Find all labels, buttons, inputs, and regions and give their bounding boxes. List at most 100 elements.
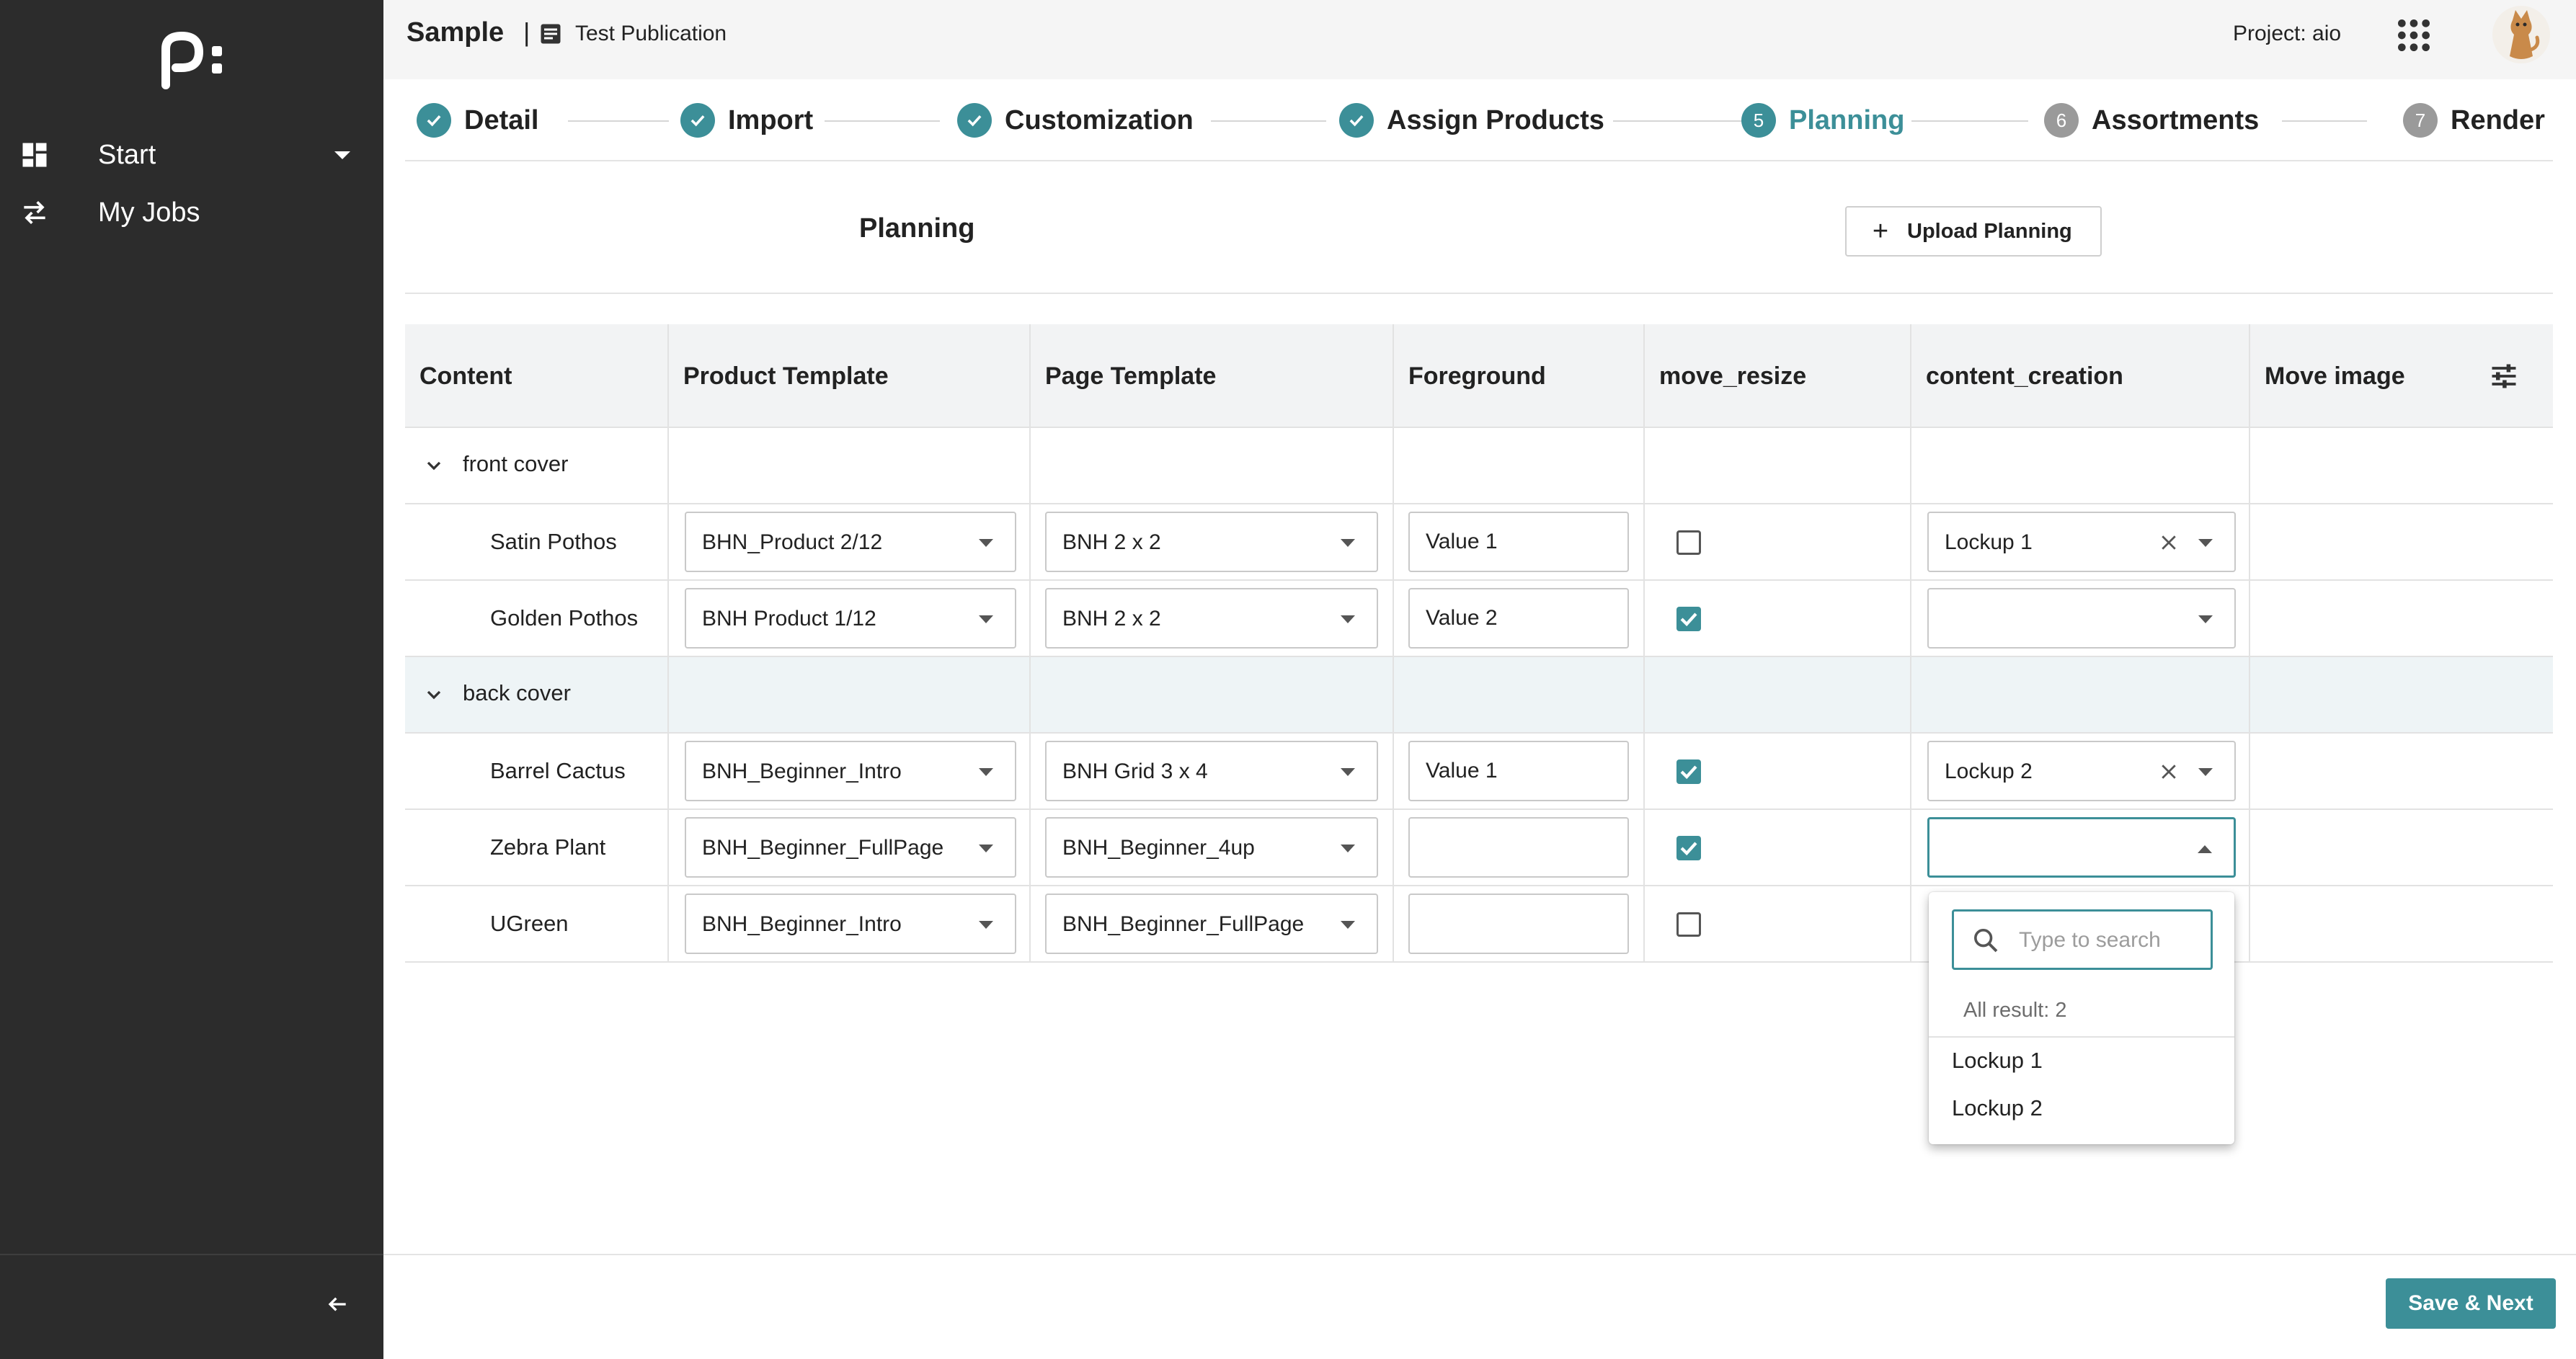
dropdown-option[interactable]: Lockup 1 xyxy=(1929,1036,2234,1084)
move-resize-checkbox[interactable] xyxy=(1676,912,1701,937)
search-icon xyxy=(1974,929,1998,953)
chevron-down-icon[interactable] xyxy=(422,683,445,706)
step-planning[interactable]: 5 Planning xyxy=(1741,102,1904,138)
table-cell xyxy=(669,428,1031,503)
collapse-sidebar-icon[interactable] xyxy=(323,1290,352,1319)
wizard-stepper: Detail Import Customization Assign Produ… xyxy=(405,94,2553,161)
step-label: Import xyxy=(728,104,814,135)
product-template-select[interactable]: BHN_Product 2/12 xyxy=(685,512,1016,572)
group-row-front-cover: front cover xyxy=(405,428,2553,504)
chevron-down-icon xyxy=(334,151,350,159)
swap-icon xyxy=(24,201,45,224)
page-template-select[interactable]: BNH_Beginner_4up xyxy=(1045,817,1378,878)
product-template-select[interactable]: BNH_Beginner_Intro xyxy=(685,741,1016,801)
step-connector xyxy=(1211,120,1326,122)
check-icon xyxy=(1680,842,1697,856)
table-cell xyxy=(1645,810,1911,885)
page-template-select[interactable]: BNH 2 x 2 xyxy=(1045,588,1378,649)
table-cell xyxy=(1031,428,1394,503)
table-row: Barrel Cactus BNH_Beginner_Intro BNH Gri… xyxy=(405,734,2553,810)
upload-planning-button[interactable]: + Upload Planning xyxy=(1845,206,2102,257)
page-template-select[interactable]: BNH 2 x 2 xyxy=(1045,512,1378,572)
step-connector xyxy=(568,120,669,122)
page-template-select[interactable]: BNH_Beginner_FullPage xyxy=(1045,894,1378,954)
content-creation-select[interactable] xyxy=(1927,588,2236,649)
clear-icon[interactable] xyxy=(2158,761,2180,783)
step-render[interactable]: 7 Render xyxy=(2403,102,2545,138)
content-creation-select[interactable]: Lockup 2 xyxy=(1927,741,2236,801)
dropdown-arrow-icon xyxy=(2198,615,2213,623)
foreground-input[interactable]: Value 1 xyxy=(1408,512,1629,572)
table-cell xyxy=(1645,581,1911,656)
table-cell: Lockup 1 xyxy=(1911,504,2250,579)
content-creation-select[interactable]: Lockup 1 xyxy=(1927,512,2236,572)
sidebar-item-my-jobs[interactable]: My Jobs xyxy=(0,187,383,238)
dropdown-search-input[interactable] xyxy=(2017,924,2198,956)
table-row: Satin Pothos BHN_Product 2/12 BNH 2 x 2 … xyxy=(405,504,2553,581)
select-value: BNH_Beginner_Intro xyxy=(702,759,902,783)
document-icon xyxy=(541,24,561,44)
dropdown-arrow-icon xyxy=(1341,845,1355,852)
planning-table: Content Product Template Page Template F… xyxy=(405,324,2553,963)
dropdown-arrow-icon xyxy=(2198,539,2213,547)
select-value: BNH_Beginner_4up xyxy=(1062,836,1255,860)
table-cell xyxy=(669,657,1031,732)
table-cell: BNH_Beginner_FullPage xyxy=(669,810,1031,885)
move-resize-checkbox[interactable] xyxy=(1676,759,1701,784)
sidebar-item-start[interactable]: Start xyxy=(0,130,383,180)
chevron-down-icon[interactable] xyxy=(422,454,445,477)
table-cell: BHN_Product 2/12 xyxy=(669,504,1031,579)
table-cell xyxy=(1911,428,2250,503)
table-cell xyxy=(1911,581,2250,656)
clear-icon[interactable] xyxy=(2158,532,2180,553)
sidebar: Start My Jobs xyxy=(0,0,383,1359)
step-number: 5 xyxy=(1741,103,1776,138)
project-label: Project: aio xyxy=(2233,22,2342,45)
column-header-product-template: Product Template xyxy=(669,324,1031,428)
column-header-foreground: Foreground xyxy=(1394,324,1645,428)
footer-divider xyxy=(383,1254,2576,1255)
upload-planning-label: Upload Planning xyxy=(1907,219,2072,243)
content-creation-select[interactable] xyxy=(1927,817,2236,878)
product-template-select[interactable]: BNH Product 1/12 xyxy=(685,588,1016,649)
move-resize-checkbox[interactable] xyxy=(1676,607,1701,631)
publication-name: Test Publication xyxy=(575,22,727,45)
move-resize-checkbox[interactable] xyxy=(1676,836,1701,860)
section-divider xyxy=(405,293,2553,294)
table-cell: BNH Product 1/12 xyxy=(669,581,1031,656)
avatar[interactable] xyxy=(2492,6,2550,63)
table-cell xyxy=(1645,734,1911,808)
product-template-select[interactable]: BNH_Beginner_FullPage xyxy=(685,817,1016,878)
save-next-button[interactable]: Save & Next xyxy=(2386,1278,2556,1329)
select-value: BNH_Beginner_FullPage xyxy=(702,836,944,860)
table-cell: Zebra Plant xyxy=(405,810,669,885)
content-label: Barrel Cactus xyxy=(490,758,626,783)
dropdown-option[interactable]: Lockup 2 xyxy=(1929,1084,2234,1131)
step-connector xyxy=(2282,120,2367,122)
foreground-input[interactable] xyxy=(1408,817,1629,878)
step-detail[interactable]: Detail xyxy=(417,102,538,138)
step-import[interactable]: Import xyxy=(680,102,813,138)
foreground-input[interactable]: Value 2 xyxy=(1408,588,1629,649)
step-label: Detail xyxy=(464,104,539,135)
content-label: Zebra Plant xyxy=(490,834,606,860)
step-assign-products[interactable]: Assign Products xyxy=(1339,102,1604,138)
product-template-select[interactable]: BNH_Beginner_Intro xyxy=(685,894,1016,954)
step-assortments[interactable]: 6 Assortments xyxy=(2044,102,2259,138)
cat-avatar-icon xyxy=(2510,10,2540,59)
apps-grid-icon[interactable] xyxy=(2396,17,2432,53)
dropdown-search-box xyxy=(1952,909,2213,970)
foreground-input[interactable] xyxy=(1408,894,1629,954)
page-template-select[interactable]: BNH Grid 3 x 4 xyxy=(1045,741,1378,801)
foreground-input[interactable]: Value 1 xyxy=(1408,741,1629,801)
group-cell: back cover xyxy=(405,657,669,732)
step-customization[interactable]: Customization xyxy=(957,102,1194,138)
content-label: Satin Pothos xyxy=(490,529,617,554)
check-icon xyxy=(957,103,992,138)
column-header-move-resize: move_resize xyxy=(1645,324,1911,428)
table-cell xyxy=(1645,504,1911,579)
table-cell: BNH Grid 3 x 4 xyxy=(1031,734,1394,808)
table-cell: BNH_Beginner_Intro xyxy=(669,886,1031,961)
column-settings-icon[interactable] xyxy=(2488,360,2520,392)
move-resize-checkbox[interactable] xyxy=(1676,530,1701,555)
